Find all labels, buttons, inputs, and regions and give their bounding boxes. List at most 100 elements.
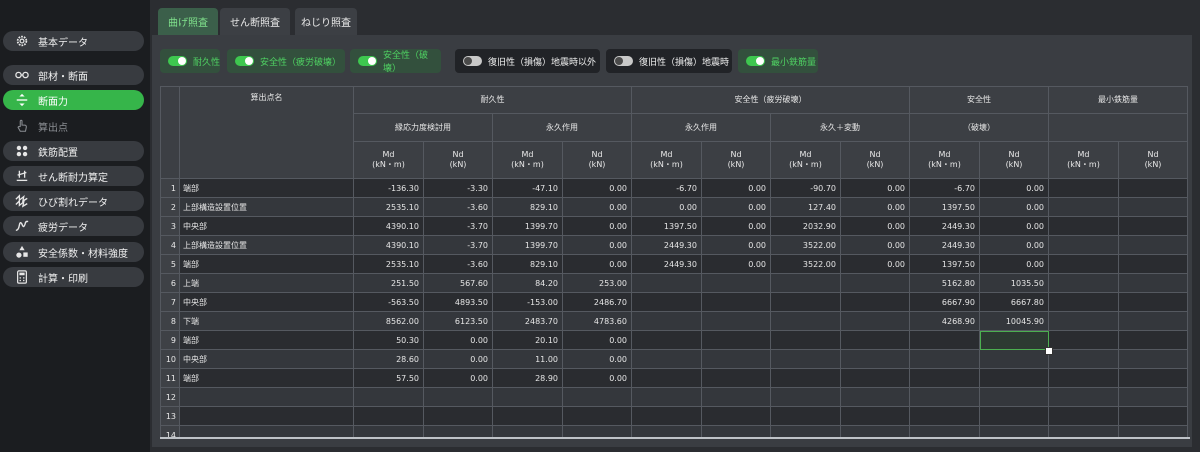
tab-bending-check[interactable]: 曲げ照査 bbox=[158, 8, 218, 35]
cell-value[interactable] bbox=[909, 349, 980, 369]
cell-value[interactable]: 1397.50 bbox=[909, 254, 980, 274]
cell-value[interactable]: 0.00 bbox=[979, 197, 1049, 217]
cell-value[interactable] bbox=[909, 406, 980, 426]
cell-value[interactable] bbox=[1118, 273, 1188, 293]
cell-value[interactable]: 4390.10 bbox=[353, 235, 424, 255]
cell-value[interactable] bbox=[1118, 311, 1188, 331]
cell-point-name[interactable] bbox=[179, 387, 354, 407]
cell-value[interactable] bbox=[1118, 330, 1188, 350]
cell-value[interactable] bbox=[979, 387, 1049, 407]
cell-value[interactable] bbox=[1118, 292, 1188, 312]
row-number[interactable]: 6 bbox=[160, 273, 180, 293]
cell-value[interactable]: -3.30 bbox=[423, 178, 493, 198]
cell-point-name[interactable]: 端部 bbox=[179, 178, 354, 198]
cell-value[interactable] bbox=[631, 349, 702, 369]
cell-value[interactable]: 2483.70 bbox=[492, 311, 563, 331]
cell-value[interactable] bbox=[631, 292, 702, 312]
cell-value[interactable]: 2535.10 bbox=[353, 254, 424, 274]
cell-value[interactable]: 2449.30 bbox=[909, 216, 980, 236]
cell-value[interactable]: 84.20 bbox=[492, 273, 563, 293]
cell-value[interactable] bbox=[909, 387, 980, 407]
cell-value[interactable] bbox=[631, 273, 702, 293]
cell-value[interactable]: 0.00 bbox=[562, 349, 632, 369]
cell-value[interactable]: 2486.70 bbox=[562, 292, 632, 312]
cell-value[interactable] bbox=[909, 368, 980, 388]
cell-value[interactable] bbox=[1118, 387, 1188, 407]
cell-value[interactable]: 0.00 bbox=[840, 216, 910, 236]
cell-value[interactable]: 0.00 bbox=[701, 178, 771, 198]
cell-value[interactable]: 0.00 bbox=[423, 349, 493, 369]
cell-value[interactable] bbox=[701, 406, 771, 426]
cell-value[interactable]: 6667.80 bbox=[979, 292, 1049, 312]
row-number[interactable]: 10 bbox=[160, 349, 180, 369]
cell-value[interactable] bbox=[631, 387, 702, 407]
cell-value[interactable]: 1397.50 bbox=[631, 216, 702, 236]
sidebar-item-members[interactable]: 部材・断面 bbox=[3, 65, 144, 85]
cell-value[interactable]: 0.00 bbox=[562, 368, 632, 388]
cell-point-name[interactable]: 端部 bbox=[179, 368, 354, 388]
cell-value[interactable]: 0.00 bbox=[562, 330, 632, 350]
cell-value[interactable]: 0.00 bbox=[979, 216, 1049, 236]
cell-value[interactable] bbox=[770, 311, 841, 331]
sidebar-item-calc-points[interactable]: 算出点 bbox=[3, 116, 144, 136]
cell-value[interactable]: 0.00 bbox=[562, 254, 632, 274]
cell-value[interactable] bbox=[770, 406, 841, 426]
row-number[interactable]: 2 bbox=[160, 197, 180, 217]
cell-value[interactable] bbox=[1048, 178, 1119, 198]
cell-point-name[interactable]: 中央部 bbox=[179, 292, 354, 312]
cell-point-name[interactable]: 中央部 bbox=[179, 216, 354, 236]
cell-value[interactable]: 251.50 bbox=[353, 273, 424, 293]
cell-point-name[interactable]: 上部構造設置位置 bbox=[179, 235, 354, 255]
cell-value[interactable]: 0.00 bbox=[840, 178, 910, 198]
cell-value[interactable] bbox=[840, 387, 910, 407]
cell-value[interactable]: -90.70 bbox=[770, 178, 841, 198]
cell-value[interactable] bbox=[1048, 311, 1119, 331]
cell-value[interactable]: 0.00 bbox=[701, 254, 771, 274]
cell-value[interactable]: -47.10 bbox=[492, 178, 563, 198]
cell-point-name[interactable]: 中央部 bbox=[179, 349, 354, 369]
cell-value[interactable] bbox=[1118, 197, 1188, 217]
cell-value[interactable] bbox=[701, 292, 771, 312]
cell-value[interactable] bbox=[840, 273, 910, 293]
fill-handle[interactable] bbox=[1045, 347, 1053, 355]
cell-value[interactable] bbox=[1048, 235, 1119, 255]
cell-value[interactable]: 0.00 bbox=[979, 235, 1049, 255]
cell-value[interactable] bbox=[1118, 368, 1188, 388]
cell-value[interactable] bbox=[979, 406, 1049, 426]
cell-value[interactable] bbox=[562, 406, 632, 426]
sidebar-item-rebar[interactable]: 鉄筋配置 bbox=[3, 141, 144, 161]
toggle-safety-failure[interactable]: 安全性（破壊） bbox=[350, 49, 441, 74]
cell-value[interactable]: 1399.70 bbox=[492, 235, 563, 255]
sidebar-item-crack-data[interactable]: ひび割れデータ bbox=[3, 191, 144, 211]
cell-value[interactable]: 57.50 bbox=[353, 368, 424, 388]
cell-value[interactable] bbox=[1048, 292, 1119, 312]
cell-point-name[interactable] bbox=[179, 406, 354, 426]
cell-value[interactable] bbox=[840, 406, 910, 426]
cell-value[interactable]: 0.00 bbox=[562, 235, 632, 255]
cell-value[interactable]: 5162.80 bbox=[909, 273, 980, 293]
cell-value[interactable]: 28.60 bbox=[353, 349, 424, 369]
cell-value[interactable]: -6.70 bbox=[631, 178, 702, 198]
cell-value[interactable] bbox=[909, 330, 980, 350]
cell-value[interactable]: 0.00 bbox=[840, 235, 910, 255]
cell-point-name[interactable]: 上端 bbox=[179, 273, 354, 293]
tab-torsion-check[interactable]: ねじり照査 bbox=[295, 8, 357, 35]
cell-value[interactable]: 1399.70 bbox=[492, 216, 563, 236]
cell-value[interactable]: 2535.10 bbox=[353, 197, 424, 217]
sidebar-item-basic-data[interactable]: 基本データ bbox=[3, 31, 144, 51]
cell-value[interactable] bbox=[701, 368, 771, 388]
cell-value[interactable]: 3522.00 bbox=[770, 235, 841, 255]
cell-value[interactable] bbox=[979, 349, 1049, 369]
cell-value[interactable]: 8562.00 bbox=[353, 311, 424, 331]
cell-value[interactable] bbox=[423, 387, 493, 407]
cell-value[interactable] bbox=[701, 349, 771, 369]
sidebar-item-safety-factors[interactable]: 安全係数・材料強度 bbox=[3, 242, 144, 262]
cell-value[interactable] bbox=[1048, 254, 1119, 274]
cell-value[interactable] bbox=[1048, 387, 1119, 407]
cell-value[interactable]: 10045.90 bbox=[979, 311, 1049, 331]
cell-value[interactable]: 4783.60 bbox=[562, 311, 632, 331]
cell-value[interactable]: 2032.90 bbox=[770, 216, 841, 236]
toggle-safety-fatigue[interactable]: 安全性（疲労破壊） bbox=[227, 49, 345, 73]
toggle-restorability-non-seismic[interactable]: 復旧性（損傷）地震時以外 bbox=[455, 49, 600, 73]
cell-value[interactable] bbox=[701, 311, 771, 331]
